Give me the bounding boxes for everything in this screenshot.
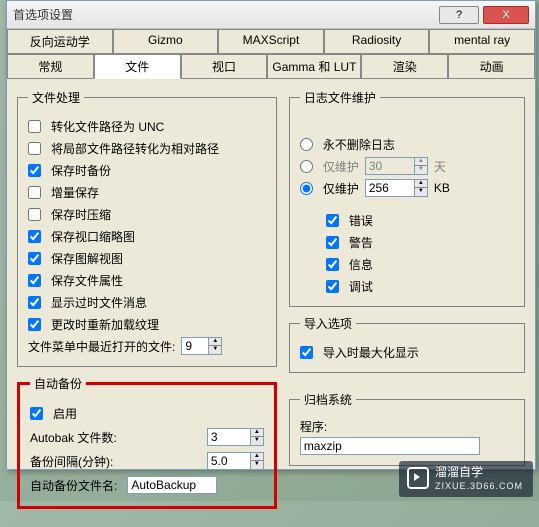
cb_error-checkbox[interactable] xyxy=(326,214,339,227)
tab-视口[interactable]: 视口 xyxy=(181,54,268,79)
archive-program-label: 程序: xyxy=(300,418,327,435)
tab-row-2: 常规文件视口Gamma 和 LUT渲染动画 xyxy=(7,54,535,79)
tab-content: 文件处理 转化文件路径为 UNC 将局部文件路径转化为相对路径保存时备份增量保存保… xyxy=(7,79,535,527)
cb_props-label: 保存文件属性 xyxy=(51,272,123,289)
backup-name-label: 自动备份文件名: xyxy=(30,477,117,494)
group-legend: 文件处理 xyxy=(28,89,84,106)
spinner-buttons[interactable]: ▲▼ xyxy=(415,157,428,175)
cb_local_rel-checkbox[interactable] xyxy=(28,142,41,155)
cb_incremental-checkbox[interactable] xyxy=(28,186,41,199)
group-legend: 归档系统 xyxy=(300,391,356,408)
preferences-window: 首选项设置 ? X 反向运动学GizmoMAXScriptRadiosityme… xyxy=(6,0,536,470)
tab-mental ray[interactable]: mental ray xyxy=(429,29,535,54)
cb_reload_tex-label: 更改时重新加载纹理 xyxy=(51,316,159,333)
cb_props-checkbox[interactable] xyxy=(28,274,41,287)
tab-文件[interactable]: 文件 xyxy=(94,54,181,79)
log-kb-label: 仅维护 xyxy=(323,180,359,197)
autobackup-enable-label: 启用 xyxy=(53,405,77,422)
autobak-files-label: Autobak 文件数: xyxy=(30,429,201,446)
group-legend: 导入选项 xyxy=(300,315,356,332)
cb_backup-checkbox[interactable] xyxy=(28,164,41,177)
group-import-options: 导入选项 导入时最大化显示 xyxy=(289,315,525,373)
cb_thumb-checkbox[interactable] xyxy=(28,230,41,243)
cb_debug-label: 调试 xyxy=(349,278,373,295)
tab-常规[interactable]: 常规 xyxy=(7,54,94,79)
cb_error-label: 错误 xyxy=(349,212,373,229)
cb_info-label: 信息 xyxy=(349,256,373,273)
log-kb-radio[interactable] xyxy=(300,182,313,195)
spinner-buttons[interactable]: ▲▼ xyxy=(251,428,264,446)
tab-Gamma 和 LUT[interactable]: Gamma 和 LUT xyxy=(267,54,361,79)
cb_compress-label: 保存时压缩 xyxy=(51,206,111,223)
cb_reload_tex-checkbox[interactable] xyxy=(28,318,41,331)
group-log-maintenance: 日志文件维护 永不删除日志 仅维护 ▲▼ 天 xyxy=(289,89,525,307)
cb_obsolete-checkbox[interactable] xyxy=(28,296,41,309)
import-maximize-checkbox[interactable] xyxy=(300,346,313,359)
recent-files-label: 文件菜单中最近打开的文件: xyxy=(28,338,175,355)
log-kb-unit: KB xyxy=(434,181,450,195)
group-legend: 自动备份 xyxy=(30,375,86,392)
log-never-radio[interactable] xyxy=(300,138,313,151)
recent-files-input[interactable] xyxy=(181,337,209,355)
tab-Gizmo[interactable]: Gizmo xyxy=(113,29,219,54)
group-file-handling: 文件处理 转化文件路径为 UNC 将局部文件路径转化为相对路径保存时备份增量保存保… xyxy=(17,89,277,367)
cb_unc-label: 转化文件路径为 UNC xyxy=(51,118,164,135)
watermark: 溜溜自学 ZIXUE.3D66.COM xyxy=(399,461,533,497)
watermark-url: ZIXUE.3D66.COM xyxy=(435,479,523,493)
log-days-unit: 天 xyxy=(434,158,446,175)
titlebar: 首选项设置 ? X xyxy=(7,1,535,29)
tab-Radiosity[interactable]: Radiosity xyxy=(324,29,430,54)
log-days-input[interactable] xyxy=(365,157,415,175)
backup-interval-label: 备份间隔(分钟): xyxy=(30,453,201,470)
cb_info-checkbox[interactable] xyxy=(326,258,339,271)
spinner-buttons[interactable]: ▲▼ xyxy=(415,179,428,197)
help-button[interactable]: ? xyxy=(439,6,479,24)
cb_local_rel-label: 将局部文件路径转化为相对路径 xyxy=(51,140,219,157)
tab-反向运动学[interactable]: 反向运动学 xyxy=(7,29,113,54)
tab-动画[interactable]: 动画 xyxy=(448,54,535,79)
cb_thumb-label: 保存视口缩略图 xyxy=(51,228,135,245)
cb_debug-checkbox[interactable] xyxy=(326,280,339,293)
tab-渲染[interactable]: 渲染 xyxy=(361,54,448,79)
cb_warn-checkbox[interactable] xyxy=(326,236,339,249)
cb_incremental-label: 增量保存 xyxy=(51,184,99,201)
cb_schematic-label: 保存图解视图 xyxy=(51,250,123,267)
cb_backup-label: 保存时备份 xyxy=(51,162,111,179)
cb_warn-label: 警告 xyxy=(349,234,373,251)
spinner-buttons[interactable]: ▲▼ xyxy=(209,337,222,355)
log-never-label: 永不删除日志 xyxy=(323,136,395,153)
group-archive-system: 归档系统 程序: xyxy=(289,391,525,466)
backup-name-input[interactable] xyxy=(127,476,217,494)
archive-program-input[interactable] xyxy=(300,437,480,455)
backup-interval-input[interactable] xyxy=(207,452,251,470)
autobak-files-input[interactable] xyxy=(207,428,251,446)
cb_obsolete-label: 显示过时文件消息 xyxy=(51,294,147,311)
window-title: 首选项设置 xyxy=(13,6,435,23)
watermark-text: 溜溜自学 xyxy=(435,465,523,479)
close-button[interactable]: X xyxy=(483,6,529,24)
cb_compress-checkbox[interactable] xyxy=(28,208,41,221)
cb_schematic-checkbox[interactable] xyxy=(28,252,41,265)
import-maximize-label: 导入时最大化显示 xyxy=(323,344,419,361)
group-autobackup: 自动备份 启用 Autobak 文件数: ▲▼ 备份间隔(分钟): xyxy=(17,375,277,509)
tab-MAXScript[interactable]: MAXScript xyxy=(218,29,324,54)
log-days-label: 仅维护 xyxy=(323,158,359,175)
log-kb-input[interactable] xyxy=(365,179,415,197)
autobackup-enable-checkbox[interactable] xyxy=(30,407,43,420)
play-icon xyxy=(414,473,420,481)
cb_unc-checkbox[interactable] xyxy=(28,120,41,133)
log-days-radio[interactable] xyxy=(300,160,313,173)
tab-row-1: 反向运动学GizmoMAXScriptRadiositymental ray xyxy=(7,29,535,54)
group-legend: 日志文件维护 xyxy=(300,89,380,106)
spinner-buttons[interactable]: ▲▼ xyxy=(251,452,264,470)
